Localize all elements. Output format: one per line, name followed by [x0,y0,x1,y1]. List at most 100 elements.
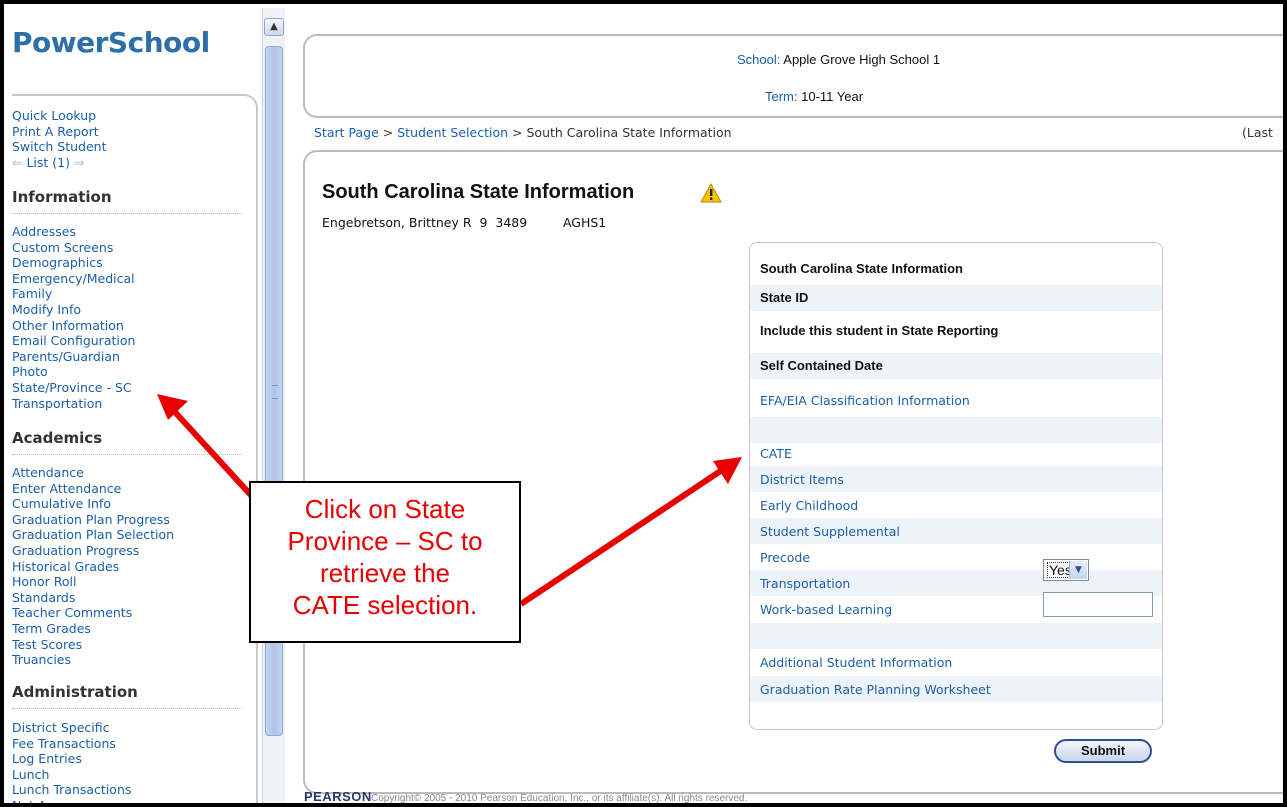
sidebar-item-family[interactable]: Family [12,286,135,302]
sidebar-item-demographics[interactable]: Demographics [12,255,135,271]
sidebar-scrollbar[interactable]: ▲ [262,8,285,803]
blank-row [750,623,1162,649]
self-contained-label: Self Contained Date [760,358,883,373]
switch-student-link[interactable]: Switch Student [12,139,107,155]
cate-link[interactable]: CATE [760,446,792,461]
breadcrumb-separator: > [382,125,394,140]
graduation-rate-worksheet-link[interactable]: Graduation Rate Planning Worksheet [760,682,991,697]
early-childhood-link[interactable]: Early Childhood [760,498,858,513]
sidebar-item-graduation-progress[interactable]: Graduation Progress [12,543,174,559]
link-row: Student Supplemental [750,518,1162,544]
sidebar-item-other-information[interactable]: Other Information [12,318,135,334]
sidebar-item-custom-screens[interactable]: Custom Screens [12,240,135,256]
term-value: 10-11 Year [801,89,864,104]
sidebar-item-graduation-plan-selection[interactable]: Graduation Plan Selection [12,527,174,543]
page-title: South Carolina State Information [322,181,635,203]
sidebar-item-historical-grades[interactable]: Historical Grades [12,559,174,575]
sidebar-item-emergency-medical[interactable]: Emergency/Medical [12,271,135,287]
powerschool-logo: PowerSchool [12,26,210,59]
link-row: Precode [750,544,1162,570]
list-count[interactable]: List (1) [26,155,70,170]
work-based-learning-link[interactable]: Work-based Learning [760,602,892,617]
term-label: Term: [765,89,798,104]
section-heading-information: Information [12,188,112,206]
submit-button[interactable]: Submit [1054,739,1152,763]
link-row: CATE [750,440,1162,466]
include-row: Include this student in State Reporting [750,318,1162,344]
sidebar-item-test-scores[interactable]: Test Scores [12,637,174,653]
breadcrumb-separator: > [512,125,523,140]
school-info: School: Apple Grove High School 1 [737,52,940,67]
sidebar-item-lunch[interactable]: Lunch [12,767,131,783]
sidebar-item-teacher-comments[interactable]: Teacher Comments [12,605,174,621]
sidebar-item-truancies[interactable]: Truancies [12,652,174,668]
sidebar-item-addresses[interactable]: Addresses [12,224,135,240]
state-id-row: State ID [750,285,1162,311]
sidebar-item-transportation[interactable]: Transportation [12,396,135,412]
sidebar-item-log-entries[interactable]: Log Entries [12,751,131,767]
sidebar-item-graduation-plan-progress[interactable]: Graduation Plan Progress [12,512,174,528]
warning-icon[interactable] [700,183,722,203]
link-row: EFA/EIA Classification Information [750,387,1162,413]
breadcrumb: Start Page > Student Selection > South C… [314,125,732,140]
transportation-link[interactable]: Transportation [760,576,850,591]
copyright-text: Copyright© 2005 - 2010 Pearson Education… [371,793,748,804]
breadcrumb-student-selection[interactable]: Student Selection [397,125,508,140]
sidebar-top-links: Quick Lookup Print A Report Switch Stude… [12,108,107,170]
self-contained-date-input[interactable] [1043,592,1153,617]
efa-eia-link[interactable]: EFA/EIA Classification Information [760,393,970,408]
callout-line: Click on State [304,494,466,524]
scroll-up-icon[interactable]: ▲ [264,18,284,36]
sidebar-item-parents-guardian[interactable]: Parents/Guardian [12,349,135,365]
sidebar-item-fee-transactions[interactable]: Fee Transactions [12,736,131,752]
divider [12,213,242,214]
nav-group-administration: District Specific Fee Transactions Log E… [12,720,131,803]
quick-lookup-link[interactable]: Quick Lookup [12,108,107,124]
sidebar-item-lunch-transactions[interactable]: Lunch Transactions [12,782,131,798]
sidebar-item-cumulative-info[interactable]: Cumulative Info [12,496,174,512]
section-heading-administration: Administration [12,683,138,701]
precode-link[interactable]: Precode [760,550,810,565]
include-label: Include this student in State Reporting [760,323,999,338]
sidebar-item-state-province-sc[interactable]: State/Province - SC [12,380,135,396]
sidebar-item-district-specific[interactable]: District Specific [12,720,131,736]
form-header: South Carolina State Information [760,261,963,276]
sidebar-item-term-grades[interactable]: Term Grades [12,621,174,637]
breadcrumb-current: South Carolina State Information [526,125,732,140]
divider [12,454,242,455]
term-info: Term: 10-11 Year [765,89,863,104]
state-info-form: South Carolina State Information State I… [749,242,1163,730]
link-row: Early Childhood [750,492,1162,518]
chevron-down-icon[interactable]: ▼ [1069,561,1087,579]
arrow-right-icon[interactable]: ⇒ [74,155,84,170]
sidebar-item-modify-info[interactable]: Modify Info [12,302,135,318]
sidebar-item-email-configuration[interactable]: Email Configuration [12,333,135,349]
sidebar-item-standards[interactable]: Standards [12,590,174,606]
sidebar: PowerSchool Quick Lookup Print A Report … [8,8,260,803]
form-header-row: South Carolina State Information [750,256,1162,282]
sidebar-item-enter-attendance[interactable]: Enter Attendance [12,481,174,497]
arrow-left-icon[interactable]: ⇐ [12,155,22,170]
print-report-link[interactable]: Print A Report [12,124,107,140]
include-reporting-select[interactable]: Yes ▼ [1043,559,1089,581]
breadcrumb-start-page[interactable]: Start Page [314,125,379,140]
instruction-callout: Click on State Province – SC to retrieve… [249,481,521,643]
link-row: District Items [750,466,1162,492]
additional-student-info-link[interactable]: Additional Student Information [760,655,952,670]
sidebar-item-honor-roll[interactable]: Honor Roll [12,574,174,590]
district-items-link[interactable]: District Items [760,472,844,487]
list-navigator: ⇐ List (1) ⇒ [12,155,107,171]
header-panel [303,34,1283,118]
callout-line: retrieve the [319,558,451,588]
state-id-label: State ID [760,290,809,305]
sidebar-item-photo[interactable]: Photo [12,364,135,380]
nav-group-information: Addresses Custom Screens Demographics Em… [12,224,135,411]
pearson-logo: PEARSON [304,789,372,804]
screenshot-frame: PowerSchool Quick Lookup Print A Report … [0,0,1287,807]
student-supplemental-link[interactable]: Student Supplemental [760,524,900,539]
last-text: (Last [1242,125,1273,140]
sidebar-item-net-access[interactable]: Net Access [12,798,131,803]
link-row: Additional Student Information [750,649,1162,675]
school-label: School: [737,52,781,67]
sidebar-item-attendance[interactable]: Attendance [12,465,174,481]
